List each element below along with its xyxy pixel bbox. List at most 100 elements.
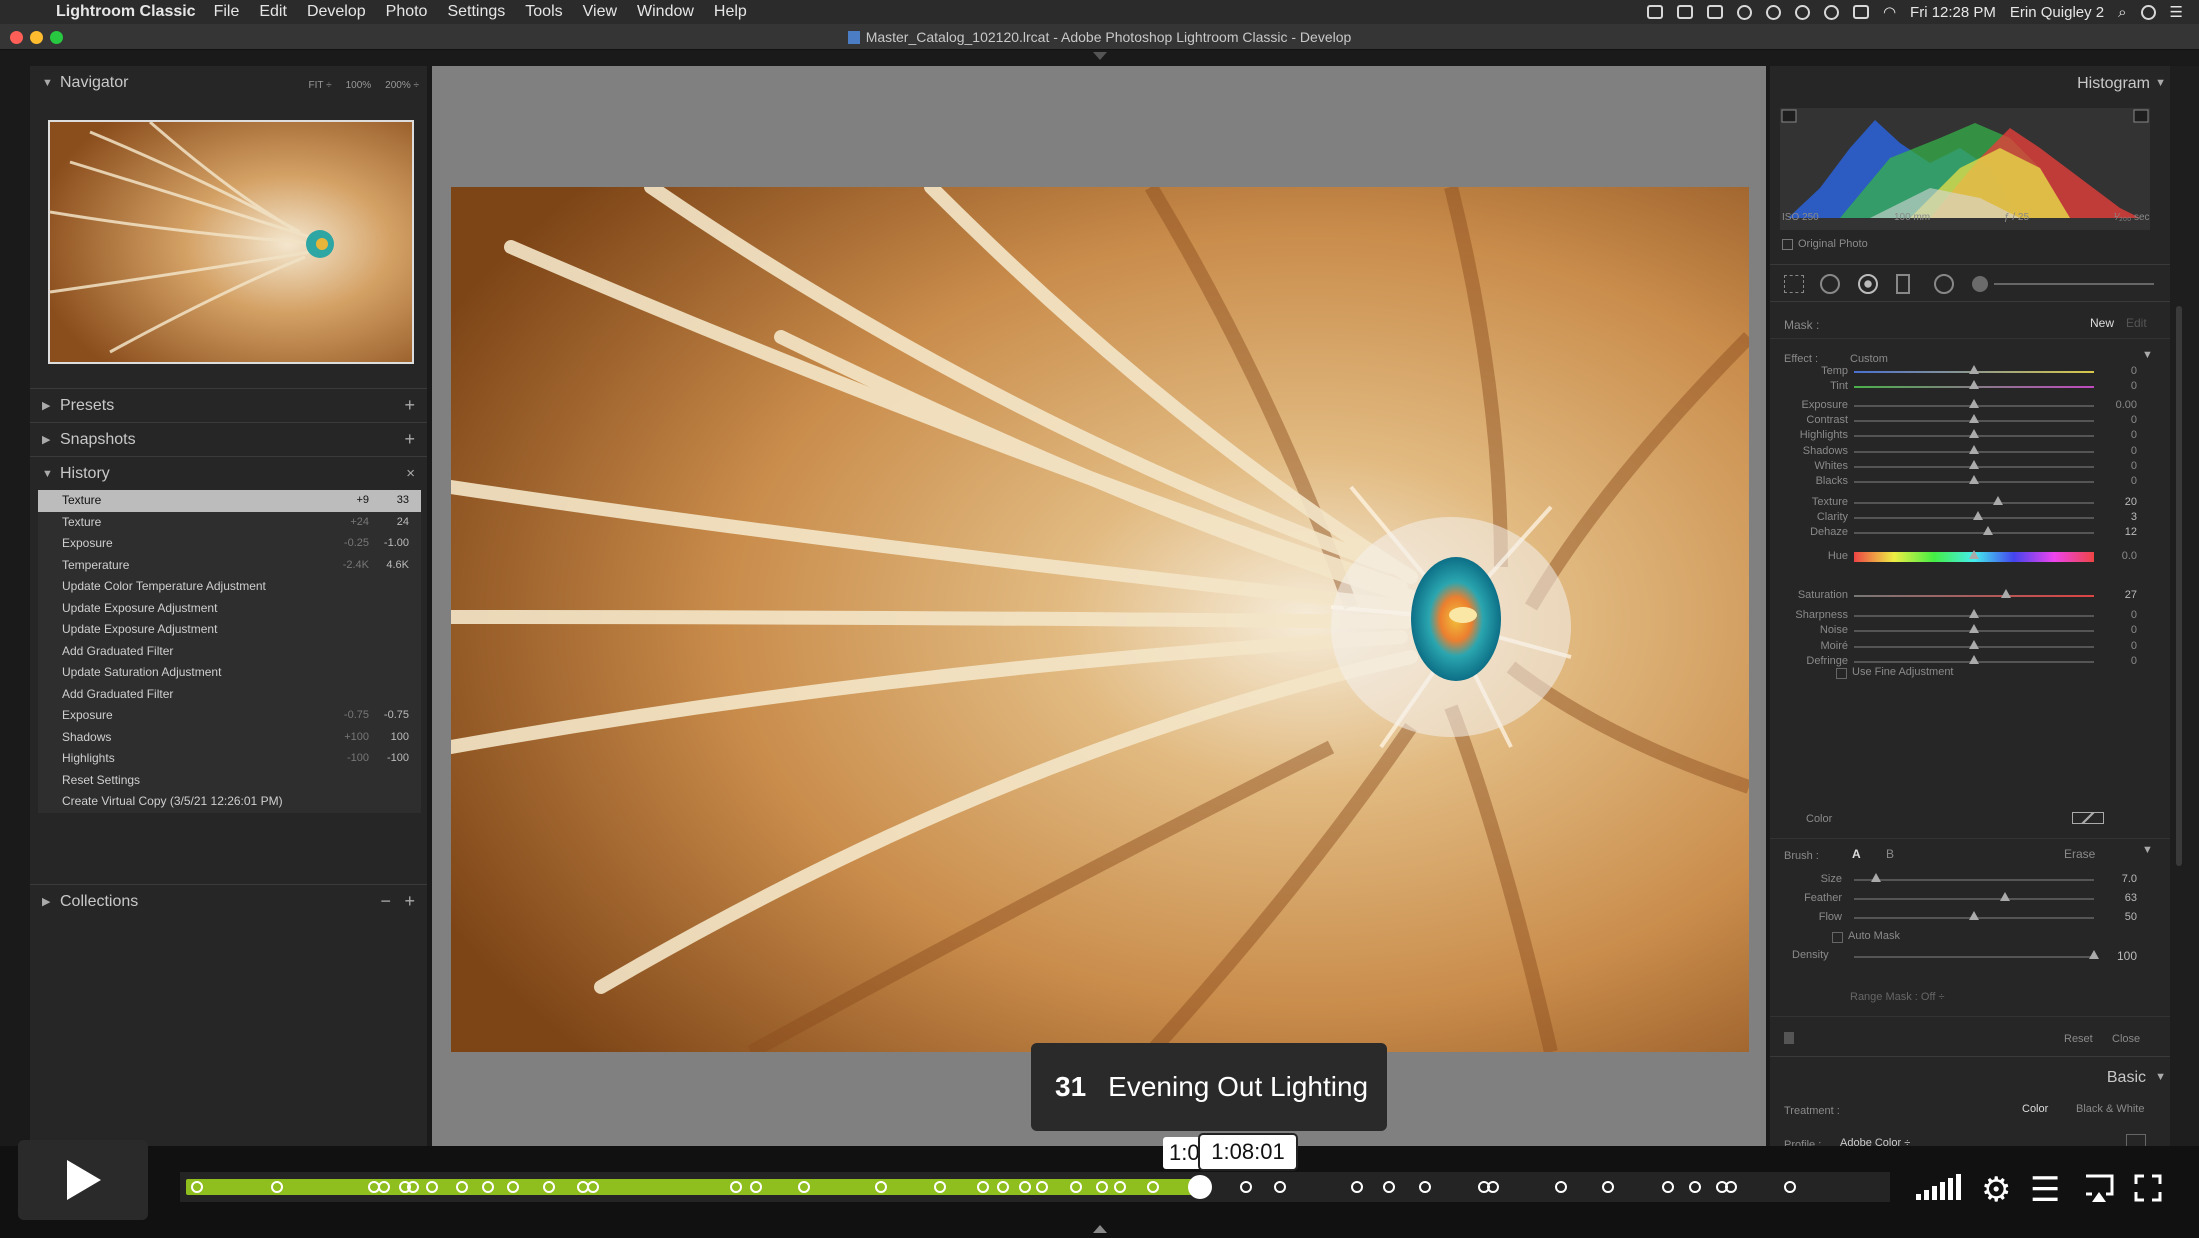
zoom-100[interactable]: 100%	[346, 80, 372, 91]
menu-edit[interactable]: Edit	[259, 3, 287, 21]
history-item[interactable]: Reset Settings	[38, 770, 421, 792]
history-item[interactable]: Shadows +100 100	[38, 727, 421, 749]
slider-value[interactable]: 0.0	[2097, 550, 2137, 562]
airplay-icon[interactable]	[1852, 5, 1869, 19]
collapse-triangle-icon[interactable]: ▼	[2155, 1071, 2166, 1083]
chapter-marker[interactable]	[378, 1181, 391, 1193]
slider-value[interactable]: 50	[2097, 911, 2137, 923]
chapter-marker[interactable]	[425, 1181, 438, 1193]
settings-gear-icon[interactable]: ⚙	[1981, 1170, 2011, 1210]
histogram-title[interactable]: Histogram	[2077, 75, 2150, 93]
brush-a-tab[interactable]: A	[1852, 847, 1861, 861]
status-icon[interactable]	[1676, 5, 1693, 19]
treatment-color-button[interactable]: Color	[2022, 1103, 2048, 1115]
slider-value[interactable]: 0	[2097, 445, 2137, 457]
airplay-icon[interactable]	[2084, 1174, 2114, 1207]
effect-dropdown[interactable]: Custom	[1850, 353, 1888, 365]
slider-thumb[interactable]	[1969, 624, 1979, 633]
chapter-marker[interactable]	[1486, 1181, 1499, 1193]
slider-thumb[interactable]	[1969, 380, 1979, 389]
slider-thumb[interactable]	[1993, 496, 2003, 505]
navigator-preview-image[interactable]	[48, 120, 414, 364]
slider-value[interactable]: 0	[2097, 624, 2137, 636]
chapter-marker[interactable]	[1019, 1181, 1031, 1193]
chapter-marker[interactable]	[1554, 1181, 1567, 1193]
chapter-marker[interactable]	[1350, 1181, 1363, 1193]
history-item[interactable]: Update Saturation Adjustment	[38, 662, 421, 684]
progress-bar[interactable]	[186, 1179, 1206, 1195]
spot-removal-icon[interactable]	[1820, 274, 1840, 294]
chapter-marker[interactable]	[1274, 1181, 1286, 1193]
play-button[interactable]	[18, 1140, 148, 1220]
slider-value[interactable]: 63	[2097, 892, 2137, 904]
slider-thumb[interactable]	[1969, 655, 1979, 664]
brush-collapse-icon[interactable]: ▼	[2142, 844, 2153, 856]
menu-tools[interactable]: Tools	[525, 3, 562, 21]
history-item[interactable]: Update Color Temperature Adjustment	[38, 576, 421, 598]
mask-new-button[interactable]: New	[2090, 316, 2114, 330]
slider-value[interactable]: 0	[2097, 429, 2137, 441]
siri-icon[interactable]	[2140, 4, 2156, 20]
slider-value[interactable]: 0	[2097, 609, 2137, 621]
chapter-marker[interactable]	[1070, 1181, 1082, 1193]
chapter-marker[interactable]	[1784, 1181, 1796, 1193]
range-mask-dropdown[interactable]: Range Mask : Off ÷	[1850, 991, 1944, 1003]
slider-track[interactable]	[1854, 879, 2094, 881]
history-item[interactable]: Update Exposure Adjustment	[38, 598, 421, 620]
slider-value[interactable]: 12	[2097, 526, 2137, 538]
slider-track[interactable]	[1854, 502, 2094, 504]
panel-switch-icon[interactable]	[1784, 1032, 1794, 1044]
menu-file[interactable]: File	[214, 3, 240, 21]
slider-thumb[interactable]	[2000, 892, 2011, 901]
dropbox-icon[interactable]	[1646, 5, 1663, 19]
chapter-marker[interactable]	[271, 1181, 283, 1193]
graduated-filter-icon[interactable]	[1896, 274, 1910, 294]
zoom-window-button[interactable]	[50, 31, 63, 44]
add-preset-icon[interactable]: +	[404, 395, 415, 416]
info-icon[interactable]	[1794, 4, 1810, 20]
history-item[interactable]: Update Exposure Adjustment	[38, 619, 421, 641]
show-filmstrip-icon[interactable]	[1093, 1225, 1107, 1233]
slider-thumb[interactable]	[1969, 445, 1979, 454]
slider-value[interactable]: 0	[2097, 414, 2137, 426]
chapter-marker[interactable]	[1688, 1181, 1701, 1193]
fullscreen-icon[interactable]	[2134, 1174, 2162, 1207]
history-item[interactable]: Texture +24 24	[38, 512, 421, 534]
treatment-bw-button[interactable]: Black & White	[2076, 1103, 2144, 1115]
chapter-marker[interactable]	[1036, 1181, 1048, 1193]
slider-thumb[interactable]	[1969, 429, 1979, 438]
user-name[interactable]: Erin Quigley 2	[2010, 4, 2104, 21]
add-snapshot-icon[interactable]: +	[404, 429, 415, 450]
chapter-marker[interactable]	[1661, 1181, 1674, 1193]
slider-thumb[interactable]	[1969, 475, 1979, 484]
mask-edit-button[interactable]: Edit	[2126, 316, 2147, 330]
hide-toolbar-icon[interactable]	[1093, 52, 1107, 60]
scrollbar[interactable]	[2176, 306, 2182, 866]
wifi-icon[interactable]: ◠	[1883, 3, 1896, 21]
chapter-marker[interactable]	[934, 1181, 946, 1193]
slider-thumb[interactable]	[1972, 511, 1983, 520]
slider-value[interactable]: 0	[2097, 655, 2137, 667]
history-item[interactable]: Exposure -0.25 -1.00	[38, 533, 421, 555]
collapse-triangle-icon[interactable]: ▼	[2155, 77, 2166, 89]
collections-header[interactable]: ▶ Collections − +	[30, 884, 427, 918]
chapter-marker[interactable]	[874, 1181, 887, 1193]
slider-value[interactable]: 100	[2097, 949, 2137, 963]
color-swatch[interactable]	[2072, 812, 2104, 824]
history-item[interactable]: Temperature -2.4K 4.6K	[38, 555, 421, 577]
menu-settings[interactable]: Settings	[447, 3, 505, 21]
minimize-window-button[interactable]	[30, 31, 43, 44]
original-photo-checkbox[interactable]	[1782, 239, 1793, 250]
slider-thumb[interactable]	[1969, 911, 1979, 920]
chapter-marker[interactable]	[798, 1181, 810, 1193]
slider-value[interactable]: 0.00	[2097, 399, 2137, 411]
menu-window[interactable]: Window	[637, 3, 694, 21]
radial-filter-icon[interactable]	[1934, 274, 1954, 294]
slider-value[interactable]: 0	[2097, 475, 2137, 487]
chapter-marker[interactable]	[976, 1181, 989, 1193]
brush-erase-tab[interactable]: Erase	[2064, 847, 2095, 861]
slider-thumb[interactable]	[2001, 589, 2012, 598]
slider-value[interactable]: 0	[2097, 380, 2137, 392]
menu-develop[interactable]: Develop	[307, 3, 366, 21]
auto-mask-checkbox[interactable]	[1832, 932, 1843, 943]
